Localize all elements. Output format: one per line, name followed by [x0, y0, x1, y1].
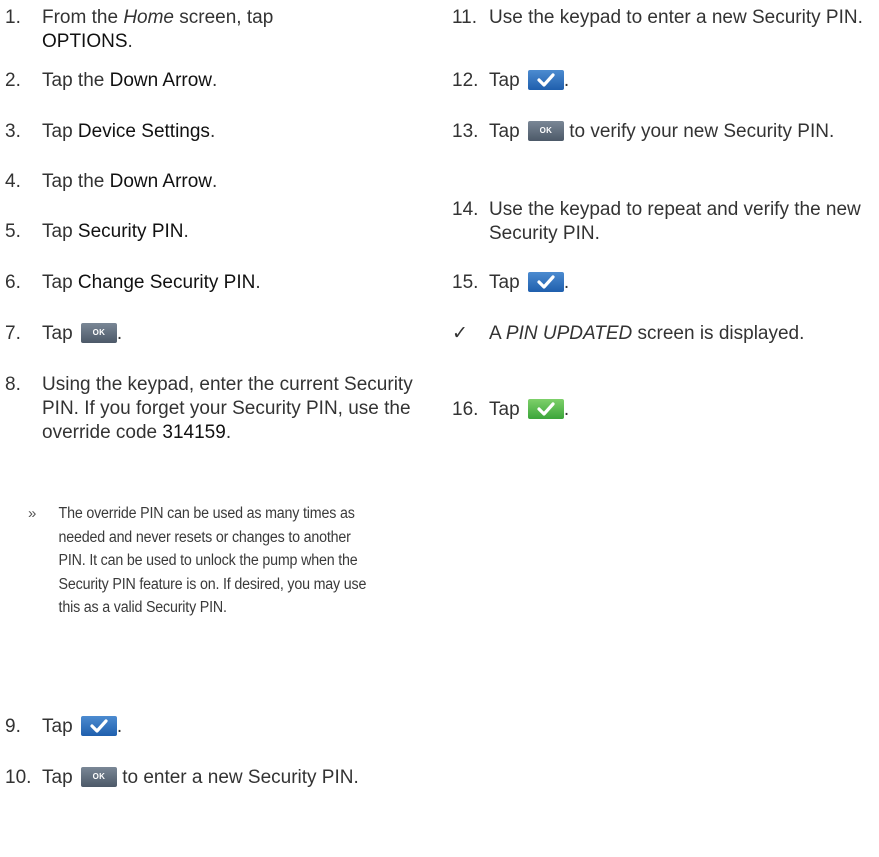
step-16: 16. Tap . [452, 399, 570, 420]
step-10: 10. Tap OK to enter a new Security PIN. [5, 767, 359, 788]
security-pin-label: Security PIN [77, 221, 184, 242]
step-12: 12. Tap . [452, 70, 570, 91]
override-note-text: The override PIN can be used as many tim… [58, 505, 367, 616]
step-14: 14. Use the keypad to repeat and verify t… [452, 199, 861, 244]
step-4: 4. Tap the Down Arrow. [5, 171, 218, 192]
step-5: 5. Tap Security PIN. [5, 221, 189, 242]
change-security-pin-label: Change Security PIN [77, 272, 256, 293]
step-6: 6. Tap Change Security PIN. [5, 272, 261, 293]
override-note: » The override PIN can be used as many t… [5, 502, 442, 620]
green-check-button-icon [527, 399, 564, 419]
ok-button-icon: OK [80, 323, 117, 343]
down-arrow-label: Down Arrow [109, 70, 213, 91]
step-9: 9. Tap . [5, 716, 123, 737]
ok-button-icon: OK [527, 121, 564, 141]
step-number: 1. [5, 7, 21, 28]
override-code: 314159 [162, 422, 226, 443]
down-arrow-label: Down Arrow [109, 171, 213, 192]
check-button-icon [527, 70, 564, 90]
step-2: 2. Tap the Down Arrow. [5, 70, 218, 91]
step-8: 8. Using the keypad, enter the current Se… [5, 374, 413, 443]
step-13: 13. Tap OK to verify your new Security PI… [452, 121, 835, 142]
step-1: 1. From the Home screen, tap OPTIONS. [5, 7, 274, 52]
options-label: OPTIONS [42, 31, 128, 52]
step-7: 7. Tap OK. [5, 323, 123, 344]
checkmark-icon: ✓ [452, 323, 468, 344]
device-settings-label: Device Settings [77, 121, 210, 142]
pin-updated-result: ✓ A PIN UPDATED screen is displayed. [452, 323, 805, 344]
step-11: 11. Use the keypad to enter a new Securit… [452, 7, 863, 28]
note-bullet: » [28, 505, 37, 522]
step-15: 15. Tap . [452, 272, 570, 293]
check-button-icon [527, 272, 564, 292]
ok-button-icon: OK [80, 767, 117, 787]
step-3: 3. Tap Device Settings. [5, 121, 216, 142]
check-button-icon [80, 716, 117, 736]
pin-updated-label: PIN UPDATED [505, 323, 633, 344]
